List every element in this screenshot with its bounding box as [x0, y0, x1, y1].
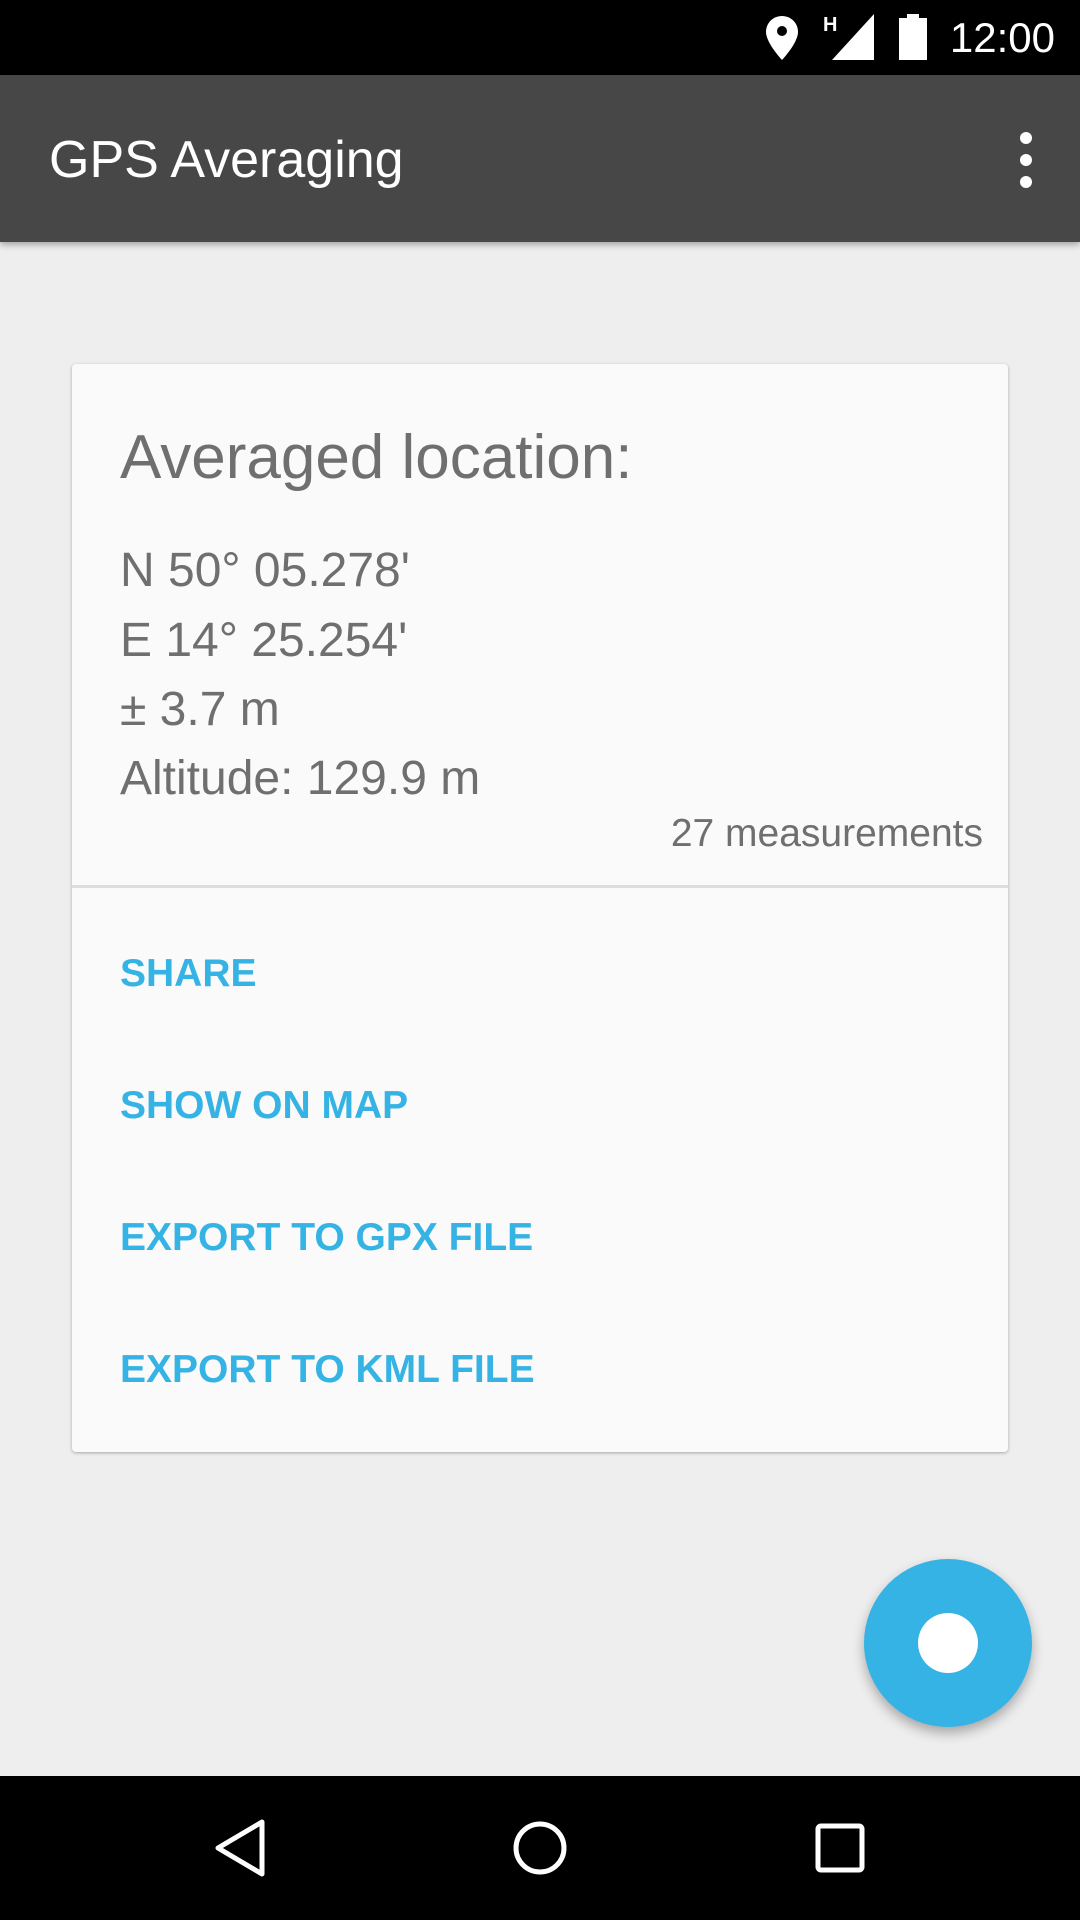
back-button[interactable] — [204, 1812, 276, 1884]
recents-button[interactable] — [804, 1812, 876, 1884]
back-icon — [215, 1819, 265, 1877]
home-icon — [513, 1821, 567, 1875]
export-kml-button[interactable]: EXPORT TO KML FILE — [120, 1348, 535, 1392]
signal-icon — [832, 14, 874, 60]
measurements-count: 27 measurements — [670, 812, 983, 855]
location-icon — [766, 16, 798, 60]
overflow-menu-button[interactable] — [1006, 130, 1046, 190]
show-on-map-button[interactable]: SHOW ON MAP — [120, 1084, 408, 1128]
clock: 12:00 — [949, 14, 1055, 61]
accuracy-text: ± 3.7 m — [120, 683, 280, 736]
share-button[interactable]: SHARE — [120, 952, 257, 996]
averaged-location-card: Averaged location: N 50° 05.278' E 14° 2… — [72, 364, 1008, 1452]
navigation-bar — [0, 1776, 1080, 1920]
recents-icon — [815, 1823, 865, 1873]
record-fab-button[interactable] — [864, 1559, 1032, 1727]
app-bar: GPS Averaging — [0, 75, 1080, 242]
app-title: GPS Averaging — [49, 131, 404, 189]
home-button[interactable] — [504, 1812, 576, 1884]
status-bar: H 12:00 — [0, 0, 1080, 75]
card-heading: Averaged location: — [120, 423, 633, 492]
altitude-text: Altitude: 129.9 m — [120, 752, 481, 805]
record-icon — [918, 1613, 978, 1673]
longitude-text: E 14° 25.254' — [120, 614, 408, 667]
divider — [72, 885, 1008, 888]
latitude-text: N 50° 05.278' — [120, 544, 410, 597]
export-gpx-button[interactable]: EXPORT TO GPX FILE — [120, 1216, 533, 1260]
more-vert-icon — [1020, 132, 1032, 188]
battery-icon — [899, 14, 927, 60]
